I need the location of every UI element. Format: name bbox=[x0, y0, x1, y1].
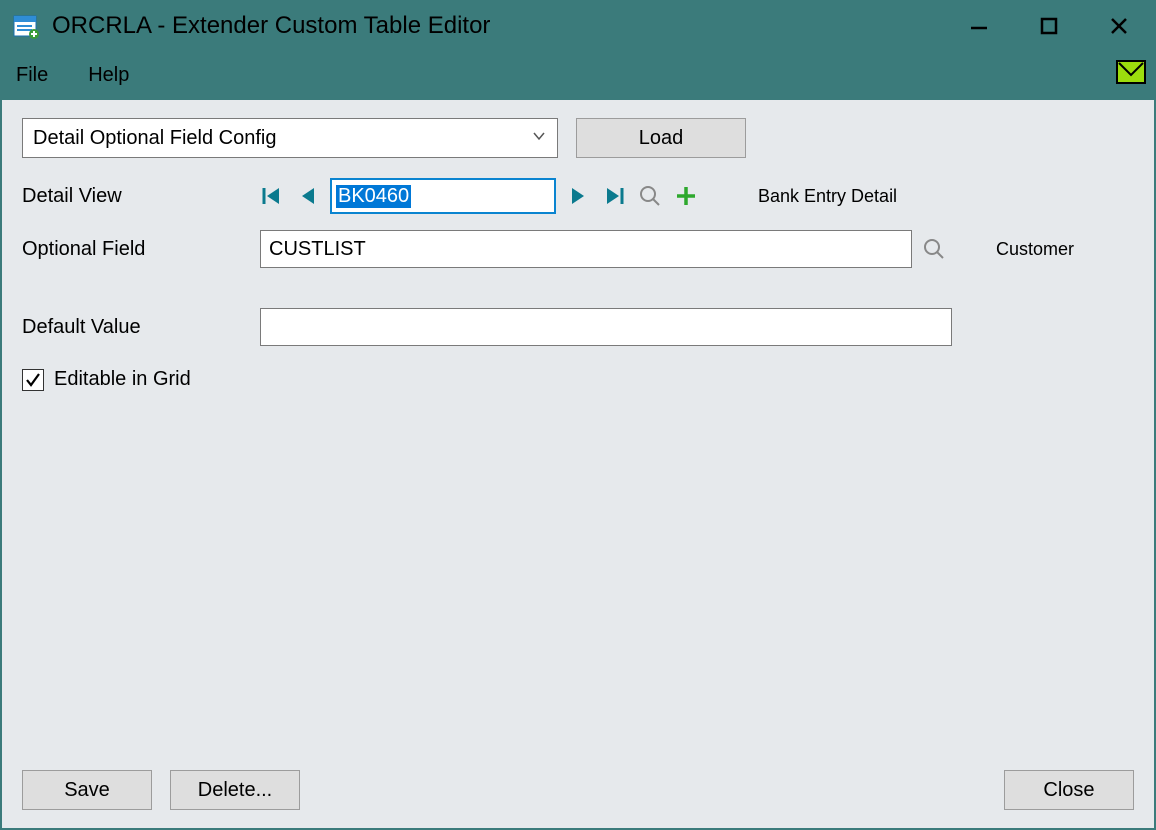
table-select-value: Detail Optional Field Config bbox=[33, 127, 276, 150]
maximize-button[interactable] bbox=[1014, 2, 1084, 50]
menu-help[interactable]: Help bbox=[88, 64, 129, 87]
load-button-label: Load bbox=[639, 127, 684, 150]
save-button[interactable]: Save bbox=[22, 770, 152, 810]
detail-view-value: BK0460 bbox=[336, 185, 411, 208]
prev-record-icon[interactable] bbox=[296, 184, 320, 208]
last-record-icon[interactable] bbox=[602, 184, 626, 208]
load-button[interactable]: Load bbox=[576, 118, 746, 158]
footer-buttons: Save Delete... Close bbox=[22, 770, 1134, 810]
app-icon bbox=[12, 12, 40, 40]
save-button-label: Save bbox=[64, 779, 110, 802]
chevron-down-icon bbox=[531, 127, 547, 150]
window-controls bbox=[944, 2, 1154, 50]
titlebar: ORCRLA - Extender Custom Table Editor bbox=[2, 2, 1154, 50]
optional-field-input[interactable]: CUSTLIST bbox=[260, 230, 912, 268]
close-button-footer[interactable]: Close bbox=[1004, 770, 1134, 810]
default-value-input[interactable] bbox=[260, 308, 952, 346]
optional-field-label: Optional Field bbox=[22, 238, 260, 261]
app-window: ORCRLA - Extender Custom Table Editor Fi… bbox=[0, 0, 1156, 830]
minimize-button[interactable] bbox=[944, 2, 1014, 50]
menu-file[interactable]: File bbox=[16, 64, 48, 87]
next-record-icon[interactable] bbox=[566, 184, 590, 208]
first-record-icon[interactable] bbox=[260, 184, 284, 208]
close-button-label: Close bbox=[1043, 779, 1094, 802]
optional-field-search-icon[interactable] bbox=[922, 237, 946, 261]
detail-view-input[interactable]: BK0460 bbox=[330, 178, 556, 214]
editable-in-grid-label: Editable in Grid bbox=[54, 368, 191, 391]
close-button[interactable] bbox=[1084, 2, 1154, 50]
default-value-label: Default Value bbox=[22, 316, 260, 339]
editable-in-grid-checkbox[interactable] bbox=[22, 369, 44, 391]
optional-field-value: CUSTLIST bbox=[269, 238, 366, 261]
add-icon[interactable] bbox=[674, 184, 698, 208]
detail-view-desc: Bank Entry Detail bbox=[758, 186, 897, 207]
delete-button-label: Delete... bbox=[198, 779, 272, 802]
delete-button[interactable]: Delete... bbox=[170, 770, 300, 810]
client-area: Detail Optional Field Config Load Detail… bbox=[2, 100, 1154, 828]
mail-icon[interactable] bbox=[1116, 60, 1146, 84]
detail-view-label: Detail View bbox=[22, 185, 260, 208]
window-title: ORCRLA - Extender Custom Table Editor bbox=[52, 12, 944, 40]
table-select[interactable]: Detail Optional Field Config bbox=[22, 118, 558, 158]
search-icon[interactable] bbox=[638, 184, 662, 208]
optional-field-desc: Customer bbox=[996, 239, 1074, 260]
menubar: File Help bbox=[2, 50, 1154, 100]
